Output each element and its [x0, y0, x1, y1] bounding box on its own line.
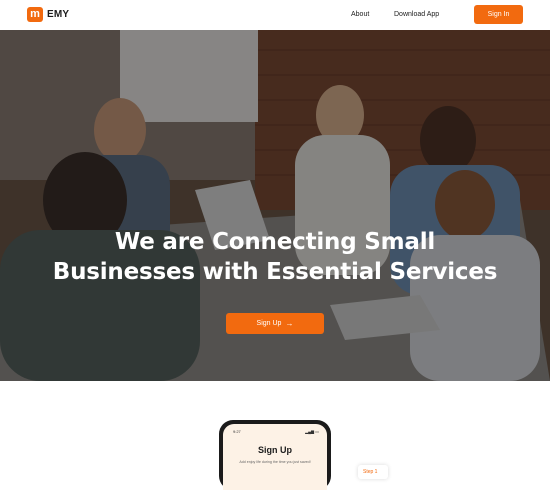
- logo-icon: m: [27, 7, 43, 22]
- hero-sign-up-button[interactable]: Sign Up →: [226, 313, 324, 334]
- logo-glyph: m: [30, 8, 40, 20]
- arrow-right-icon: →: [285, 318, 294, 328]
- nav-link-about[interactable]: About: [351, 11, 369, 18]
- step-tag: Step 1: [358, 465, 388, 479]
- brand-name: EMY: [47, 9, 70, 20]
- top-navbar: m EMY About Download App Sign In: [0, 0, 550, 30]
- phone-mockup: 9:27 ▂▄▆ ▭ Sign Up Add enjoy life during…: [219, 420, 331, 490]
- hero-title: We are Connecting Small Businesses with …: [0, 227, 550, 287]
- phone-status-time: 9:27: [233, 429, 241, 434]
- phone-screen: 9:27 ▂▄▆ ▭ Sign Up Add enjoy life during…: [223, 424, 327, 490]
- hero-title-line-2: Businesses with Essential Services: [52, 259, 498, 285]
- hero-title-line-1: We are Connecting Small: [114, 229, 436, 255]
- nav-link-download-app[interactable]: Download App: [394, 11, 439, 18]
- hero-section: We are Connecting Small Businesses with …: [0, 30, 550, 381]
- phone-signup-title: Sign Up: [258, 445, 292, 455]
- brand[interactable]: m EMY: [27, 7, 69, 22]
- phone-status-icons: ▂▄▆ ▭: [305, 429, 319, 434]
- hero-sign-up-label: Sign Up: [256, 320, 282, 327]
- phone-signup-subtitle: Add enjoy life during the time you just …: [239, 460, 311, 464]
- sign-in-button[interactable]: Sign In: [474, 5, 523, 24]
